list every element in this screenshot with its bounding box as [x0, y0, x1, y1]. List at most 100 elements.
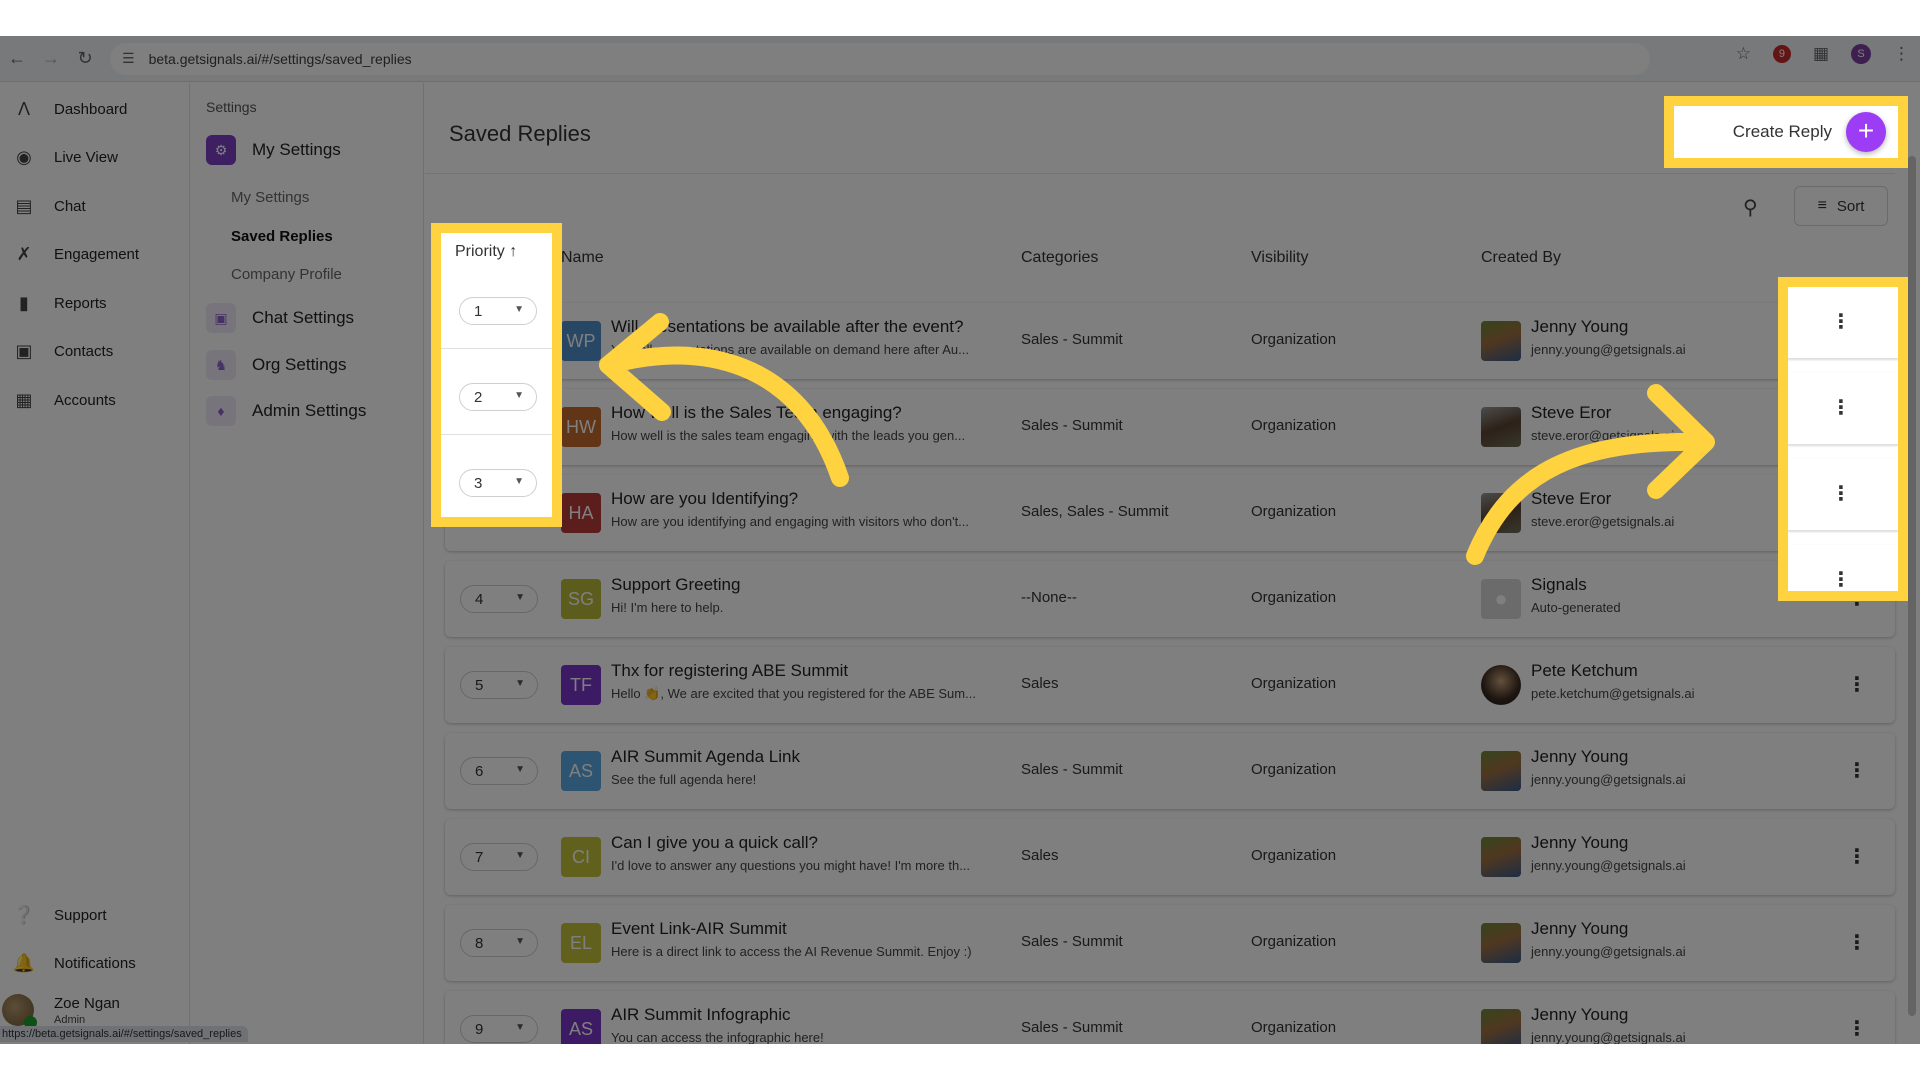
- creator-avatar: [1481, 493, 1521, 533]
- column-header-visibility[interactable]: Visibility: [1251, 249, 1309, 267]
- user-name: Zoe Ngan: [54, 994, 120, 1012]
- divider: [425, 173, 1895, 174]
- more-options-icon[interactable]: ⋮: [1831, 395, 1851, 420]
- forward-icon[interactable]: →: [34, 48, 68, 69]
- user-profile[interactable]: Zoe Ngan Admin: [2, 994, 120, 1029]
- priority-value: 9: [475, 1020, 484, 1038]
- reply-categories: Sales: [1021, 847, 1059, 864]
- more-options-icon[interactable]: ⋮: [1845, 671, 1869, 699]
- caret-down-icon: ▼: [515, 764, 525, 775]
- table-row[interactable]: 1 ▼ WP Will presentations be available afte…: [445, 303, 1895, 379]
- address-bar[interactable]: ☰ beta.getsignals.ai/#/settings/saved_re…: [110, 42, 1650, 75]
- table-row[interactable]: 5 ▼ TF Thx for registering ABE Summit Hello …: [445, 647, 1895, 723]
- nav-label: Support: [54, 906, 107, 924]
- live-view-icon: ◉: [16, 146, 32, 167]
- settings-group-admin-settings[interactable]: ♦ Admin Settings: [206, 394, 366, 428]
- column-header-created-by[interactable]: Created By: [1481, 249, 1561, 267]
- priority-select[interactable]: 8 ▼: [460, 929, 538, 957]
- creator-email: jenny.young@getsignals.ai: [1531, 772, 1686, 787]
- priority-select[interactable]: 1▼: [459, 297, 537, 325]
- table-row[interactable]: 2 ▼ HW How well is the Sales Team engaging?…: [445, 389, 1895, 465]
- table-row[interactable]: 8 ▼ EL Event Link-AIR Summit Here is a direc…: [445, 905, 1895, 981]
- table-row[interactable]: 9 ▼ AS AIR Summit Infographic You can access…: [445, 991, 1895, 1044]
- reply-name[interactable]: How are you Identifying?: [611, 489, 798, 509]
- reply-name[interactable]: AIR Summit Agenda Link: [611, 747, 800, 767]
- reply-name[interactable]: Support Greeting: [611, 575, 740, 595]
- reply-name[interactable]: Thx for registering ABE Summit: [611, 661, 848, 681]
- reload-icon[interactable]: ↻: [68, 48, 102, 69]
- table-row[interactable]: 7 ▼ CI Can I give you a quick call? I'd love…: [445, 819, 1895, 895]
- reply-initials-badge: WP: [561, 321, 601, 361]
- priority-select[interactable]: 2▼: [459, 383, 537, 411]
- reply-initials-badge: AS: [561, 1009, 601, 1044]
- priority-select[interactable]: 6 ▼: [460, 757, 538, 785]
- more-options-icon[interactable]: ⋮: [1845, 929, 1869, 957]
- more-options-icon[interactable]: ⋮: [1845, 757, 1869, 785]
- sort-icon: ≡: [1817, 197, 1827, 214]
- column-header-categories[interactable]: Categories: [1021, 249, 1098, 267]
- reply-initials-badge: EL: [561, 923, 601, 963]
- nav-chat[interactable]: ▤ Chat: [0, 186, 190, 226]
- subnav-saved-replies[interactable]: Saved Replies: [231, 228, 333, 245]
- priority-select[interactable]: 7 ▼: [460, 843, 538, 871]
- logo-icon: Λ: [17, 98, 31, 119]
- priority-select[interactable]: 9 ▼: [460, 1015, 538, 1043]
- scrollbar[interactable]: [1908, 156, 1916, 1016]
- creator-email: jenny.young@getsignals.ai: [1531, 858, 1686, 873]
- search-icon[interactable]: ⚲: [1743, 195, 1758, 220]
- browser-menu-icon[interactable]: ⋮: [1893, 44, 1910, 64]
- nav-reports[interactable]: ▮ Reports: [0, 283, 190, 323]
- priority-header-highlighted[interactable]: Priority ↑: [455, 243, 517, 261]
- extension-icon[interactable]: 9: [1772, 45, 1791, 63]
- more-options-icon[interactable]: ⋮: [1845, 1015, 1869, 1043]
- table-row[interactable]: 6 ▼ AS AIR Summit Agenda Link See the full a…: [445, 733, 1895, 809]
- reply-name[interactable]: Event Link-AIR Summit: [611, 919, 787, 939]
- profile-avatar[interactable]: S: [1851, 44, 1871, 64]
- nav-contacts[interactable]: ▣ Contacts: [0, 331, 190, 371]
- extensions-puzzle-icon[interactable]: ▦: [1813, 44, 1829, 64]
- reply-name[interactable]: Will presentations be available after th…: [611, 317, 963, 337]
- settings-group-chat-settings[interactable]: ▣ Chat Settings: [206, 301, 354, 335]
- site-settings-icon[interactable]: ☰: [122, 50, 135, 67]
- subnav-company-profile[interactable]: Company Profile: [231, 266, 342, 283]
- bookmark-star-icon[interactable]: ☆: [1736, 44, 1751, 64]
- reply-initials-badge: HA: [561, 493, 601, 533]
- priority-value: 1: [474, 302, 483, 320]
- table-row[interactable]: 3 ▼ HA How are you Identifying? How are you …: [445, 475, 1895, 551]
- nav-notifications[interactable]: 🔔 Notifications: [0, 943, 190, 983]
- subnav-my-settings[interactable]: My Settings: [231, 189, 309, 206]
- back-icon[interactable]: ←: [0, 48, 34, 69]
- more-options-icon[interactable]: ⋮: [1831, 481, 1851, 506]
- priority-select[interactable]: 5 ▼: [460, 671, 538, 699]
- caret-down-icon: ▼: [514, 390, 524, 401]
- nav-accounts[interactable]: ▦ Accounts: [0, 380, 190, 420]
- priority-value: 6: [475, 762, 484, 780]
- reply-name[interactable]: Can I give you a quick call?: [611, 833, 818, 853]
- header-label: Priority: [455, 243, 505, 260]
- priority-select[interactable]: 4 ▼: [460, 585, 538, 613]
- nav-live-view[interactable]: ◉ Live View: [0, 137, 190, 177]
- more-options-icon[interactable]: ⋮: [1845, 843, 1869, 871]
- settings-group-my-settings[interactable]: ⚙ My Settings: [206, 133, 341, 167]
- more-options-icon[interactable]: ⋮: [1831, 309, 1851, 334]
- nav-dashboard[interactable]: Λ Dashboard: [0, 89, 190, 129]
- reply-categories: Sales, Sales - Summit: [1021, 503, 1169, 520]
- sort-button[interactable]: ≡ Sort: [1794, 186, 1888, 226]
- reply-description: How well is the sales team engaging with…: [611, 428, 966, 443]
- reply-visibility: Organization: [1251, 761, 1337, 778]
- create-reply-button[interactable]: Create Reply +: [1674, 106, 1898, 158]
- priority-select[interactable]: 3▼: [459, 469, 537, 497]
- creator-email: jenny.young@getsignals.ai: [1531, 944, 1686, 959]
- column-header-name[interactable]: Name: [561, 249, 604, 267]
- nav-engagement[interactable]: ✗ Engagement: [0, 234, 190, 274]
- reply-name[interactable]: How well is the Sales Team engaging?: [611, 403, 902, 423]
- creator-email: pete.ketchum@getsignals.ai: [1531, 686, 1695, 701]
- more-options-icon[interactable]: ⋮: [1831, 567, 1851, 591]
- reply-visibility: Organization: [1251, 933, 1337, 950]
- table-row[interactable]: 4 ▼ SG Support Greeting Hi! I'm here to help…: [445, 561, 1895, 637]
- nav-support[interactable]: ❔ Support: [0, 895, 190, 935]
- reply-description: Hello 👏, We are excited that you registe…: [611, 686, 976, 701]
- reply-name[interactable]: AIR Summit Infographic: [611, 1005, 791, 1025]
- status-bar-url: https://beta.getsignals.ai/#/settings/sa…: [0, 1026, 248, 1042]
- settings-group-org-settings[interactable]: ♞ Org Settings: [206, 348, 347, 382]
